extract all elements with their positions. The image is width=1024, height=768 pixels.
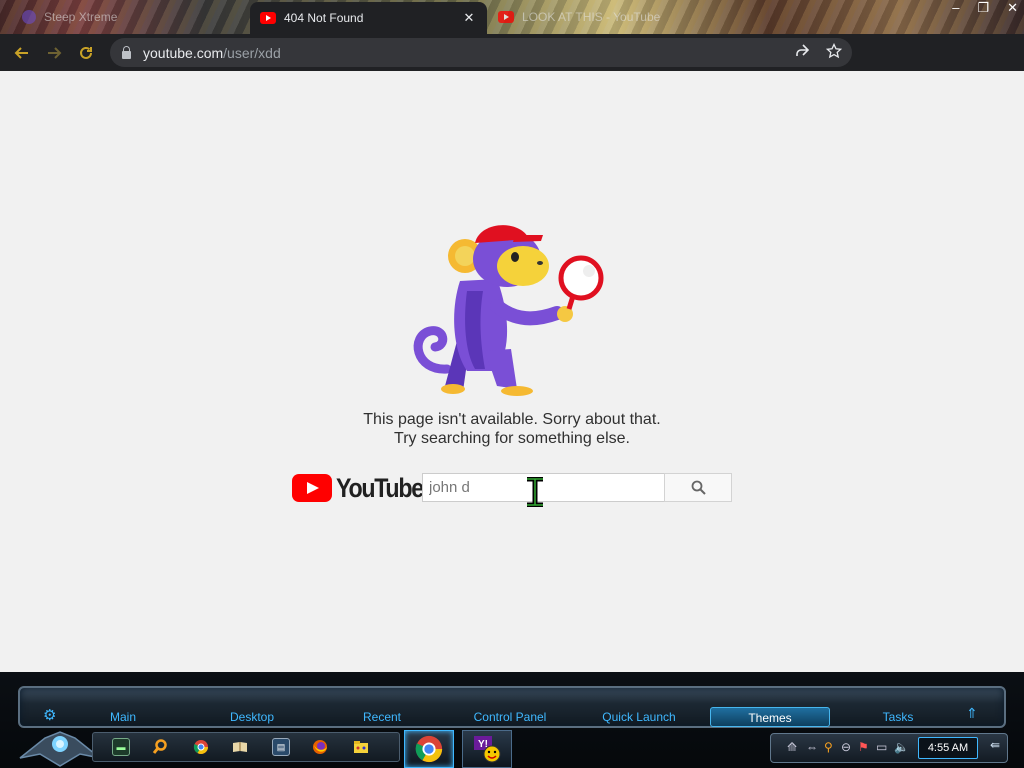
monkey-illustration — [413, 225, 604, 396]
lock-icon[interactable] — [122, 45, 131, 59]
window-icon[interactable]: ▤ — [272, 738, 290, 756]
arrow-left-icon — [14, 46, 28, 59]
running-app-yahoo-messenger[interactable]: Y! — [462, 730, 512, 768]
desktop-taskbar: ⚙ Main Desktop Recent Control Panel Quic… — [0, 672, 1024, 768]
terminal-icon[interactable]: ▬ — [112, 738, 130, 756]
youtube-favicon-icon — [498, 11, 514, 23]
error-message-line2: Try searching for something else. — [394, 430, 630, 447]
address-bar[interactable]: youtube.com/user/xdd — [110, 38, 852, 67]
magnifier-icon[interactable] — [151, 738, 169, 756]
star-icon[interactable] — [826, 43, 842, 59]
menu-recent[interactable]: Recent — [352, 707, 412, 727]
url-text: youtube.com/user/xdd — [143, 44, 281, 61]
arrows-icon[interactable]: ⇔ — [806, 740, 818, 754]
text-cursor-icon — [527, 477, 543, 507]
reload-button[interactable] — [70, 37, 102, 69]
minimize-button[interactable]: – — [952, 0, 959, 16]
window-controls: – ❐ ✕ — [952, 0, 1018, 16]
tab-strip: Steep Xtreme 404 Not Found ✕ LOOK AT THI… — [0, 0, 1024, 34]
menu-themes[interactable]: Themes — [710, 707, 830, 727]
magnifier-tray-icon[interactable]: ⚲ — [824, 740, 833, 754]
error-message-line1: This page isn't available. Sorry about t… — [363, 411, 661, 428]
clock[interactable]: 4:55 AM — [918, 737, 978, 759]
menu-quick-launch[interactable]: Quick Launch — [594, 707, 684, 727]
youtube-wordmark: YouTube — [336, 472, 424, 503]
yahoo-messenger-icon: Y! — [474, 736, 501, 763]
minus-circle-icon[interactable]: ⊖ — [841, 740, 851, 754]
gear-icon[interactable]: ⚙ — [43, 706, 56, 724]
close-window-button[interactable]: ✕ — [1007, 0, 1018, 16]
firefox-icon[interactable] — [311, 738, 329, 756]
arrow-right-icon — [48, 46, 62, 59]
close-icon[interactable]: ✕ — [461, 10, 477, 26]
youtube-logo[interactable]: YouTube — [292, 471, 437, 505]
flag-icon[interactable]: ⚑ — [858, 740, 869, 754]
network-icon[interactable]: ⟰ — [787, 740, 797, 754]
expand-up-icon[interactable]: ⇑ — [966, 705, 978, 722]
menu-control-panel[interactable]: Control Panel — [465, 707, 555, 727]
page-content: This page isn't available. Sorry about t… — [0, 71, 1024, 672]
tab-title: 404 Not Found — [284, 11, 364, 25]
forward-button[interactable] — [38, 37, 70, 69]
chrome-icon[interactable] — [192, 738, 210, 756]
book-icon[interactable] — [231, 738, 249, 756]
search-button[interactable] — [664, 473, 732, 502]
folder-icon[interactable] — [352, 738, 370, 756]
running-app-chrome[interactable] — [404, 730, 454, 768]
back-button[interactable] — [6, 37, 38, 69]
tab-look-at-this[interactable]: LOOK AT THIS - YouTube — [488, 2, 748, 32]
tab-title: Steep Xtreme — [44, 10, 118, 24]
tab-title: LOOK AT THIS - YouTube — [522, 10, 661, 24]
tab-steep-xtreme[interactable]: Steep Xtreme — [12, 2, 248, 32]
back-arrow-icon[interactable]: ⇚ — [990, 738, 1000, 752]
generic-favicon-icon — [22, 10, 36, 24]
youtube-favicon-icon — [260, 12, 276, 24]
share-icon[interactable] — [794, 43, 810, 59]
tab-404-not-found[interactable]: 404 Not Found ✕ — [250, 2, 487, 34]
speaker-icon[interactable]: 🔈 — [894, 740, 909, 754]
monitor-icon[interactable]: ▭ — [876, 740, 887, 754]
restore-button[interactable]: ❐ — [977, 0, 989, 16]
reload-icon — [80, 46, 92, 59]
menu-main[interactable]: Main — [95, 707, 151, 727]
menu-desktop[interactable]: Desktop — [215, 707, 289, 727]
search-icon — [691, 480, 706, 495]
play-icon — [292, 474, 332, 502]
chrome-icon — [415, 735, 443, 763]
menu-tasks[interactable]: Tasks — [868, 707, 928, 727]
browser-toolbar: youtube.com/user/xdd ⋮ — [0, 34, 1024, 95]
